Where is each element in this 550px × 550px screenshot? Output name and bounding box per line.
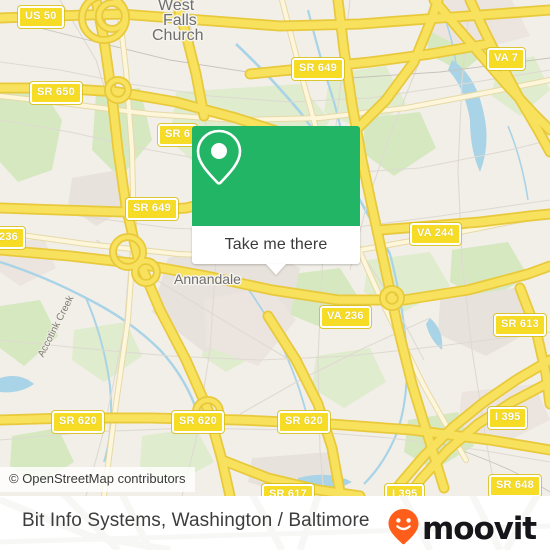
road-shield[interactable]: SR 613 [494, 314, 546, 336]
road-shield[interactable]: 236 [0, 227, 25, 249]
road-shield[interactable]: SR 650 [30, 82, 82, 104]
road-shield[interactable]: VA 236 [320, 306, 371, 328]
road-shield[interactable]: VA 244 [410, 223, 461, 245]
road-shield[interactable]: SR 617 [262, 484, 314, 496]
road-shield[interactable]: SR 649 [126, 198, 178, 220]
footer-bar: Bit Info Systems, Washington / Baltimore… [0, 496, 550, 550]
road-shield[interactable]: SR 649 [292, 58, 344, 80]
moovit-logo[interactable]: moovit [387, 508, 537, 550]
moovit-smiling-pin-icon [387, 508, 420, 550]
moovit-pin-glyph [388, 509, 419, 545]
moovit-map-screenshot: .green{fill:#d6e8c0;} .greenl{fill:#dfec… [0, 0, 550, 550]
road-shield[interactable]: I 395 [488, 407, 528, 429]
road-shield[interactable]: I 395 [385, 484, 425, 496]
callout-action[interactable]: Take me there [192, 226, 360, 264]
location-callout-card[interactable]: Take me there [192, 126, 360, 275]
osm-attribution[interactable]: © OpenStreetMap contributors [0, 467, 195, 492]
place-label: Annandale [174, 271, 241, 287]
road-shield[interactable]: SR 620 [52, 411, 104, 433]
footer-title: Bit Info Systems, Washington / Baltimore [22, 510, 370, 531]
road-shield[interactable]: SR 620 [278, 411, 330, 433]
road-shield[interactable]: US 50 [18, 6, 64, 28]
callout-pointer [266, 264, 286, 275]
map-pin-glyph [196, 129, 242, 185]
map-canvas[interactable]: .green{fill:#d6e8c0;} .greenl{fill:#dfec… [0, 0, 550, 496]
road-shield[interactable]: VA 7 [487, 48, 526, 70]
callout-header [192, 126, 360, 226]
moovit-wordmark: moovit [422, 510, 537, 547]
place-label: Church [152, 27, 204, 44]
road-shield[interactable]: SR 620 [172, 411, 224, 433]
take-me-there-label: Take me there [224, 236, 328, 253]
road-shield[interactable]: SR 648 [489, 475, 541, 496]
